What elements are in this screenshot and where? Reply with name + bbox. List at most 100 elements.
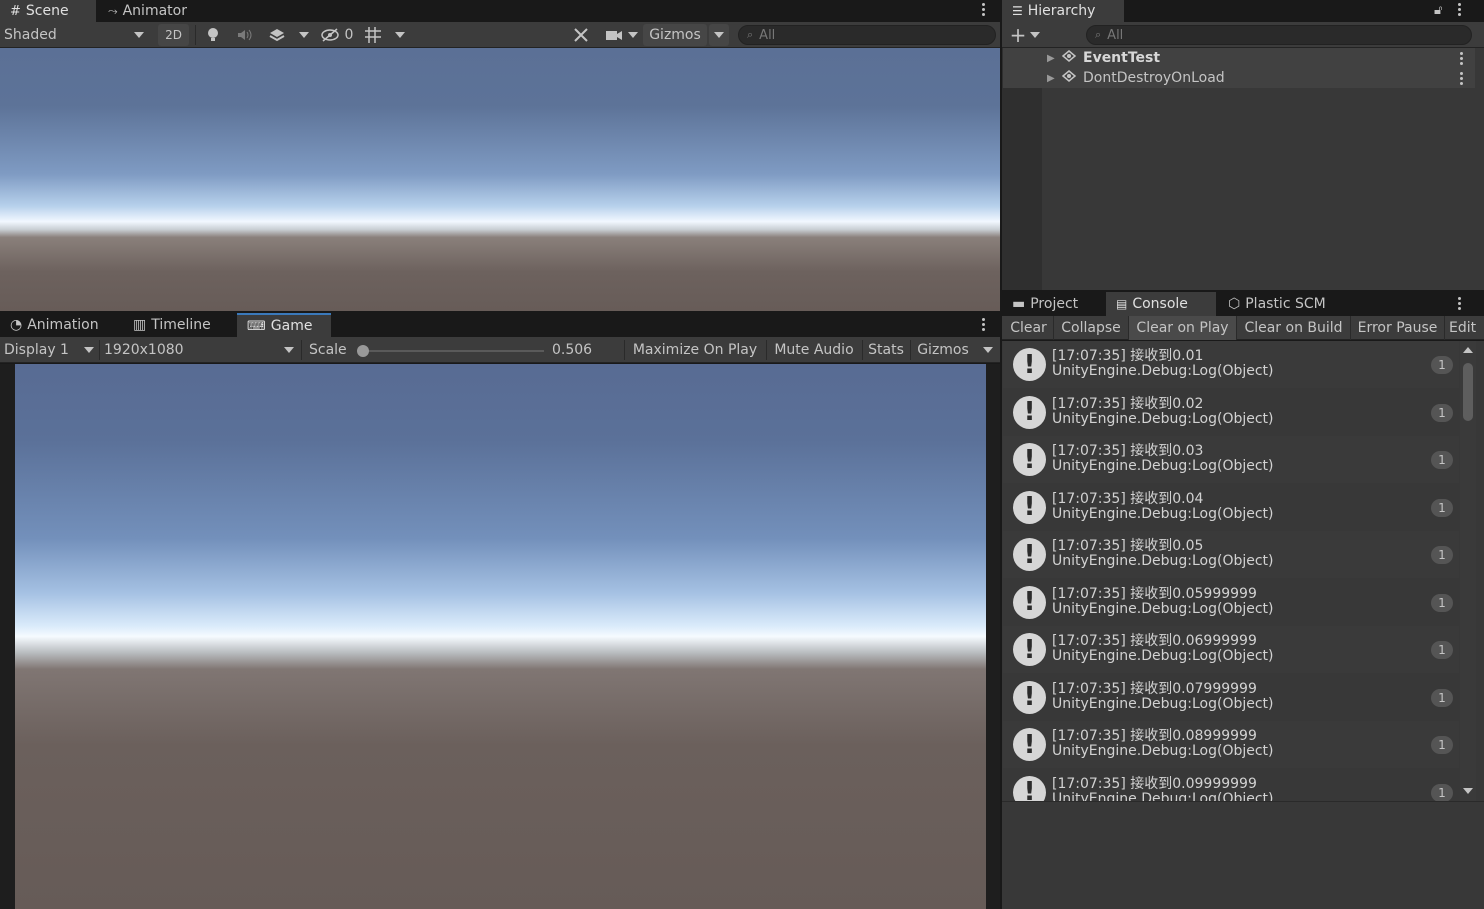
display-label: Display 1: [4, 342, 69, 358]
lighting-toggle-icon[interactable]: [202, 24, 224, 46]
shading-mode-label: Shaded: [4, 27, 57, 43]
tab-game[interactable]: ⌨ Game: [237, 313, 331, 337]
console-entry-count: 1: [1431, 593, 1453, 612]
shading-mode-dropdown[interactable]: Shaded: [4, 24, 150, 46]
game-gizmos-dropdown[interactable]: [978, 339, 998, 361]
console-entry-trace: UnityEngine.Debug:Log(Object): [1052, 600, 1274, 617]
scale-slider-track[interactable]: [362, 350, 544, 352]
tab-project-label: Project: [1030, 296, 1079, 312]
console-entry-trace: UnityEngine.Debug:Log(Object): [1052, 790, 1274, 802]
clear-on-play-label: Clear on Play: [1136, 320, 1229, 336]
display-dropdown[interactable]: Display 1: [4, 339, 96, 361]
tools-icon[interactable]: [570, 24, 592, 46]
chevron-down-icon: [628, 32, 638, 38]
grid-dropdown[interactable]: [390, 24, 410, 46]
console-entry-count: 1: [1431, 641, 1453, 659]
error-pause-label: Error Pause: [1357, 320, 1438, 336]
tab-animator[interactable]: ⤳ Animator: [98, 0, 197, 22]
hidden-objects-toggle[interactable]: 0: [318, 24, 356, 46]
clear-on-build-toggle[interactable]: Clear on Build: [1237, 316, 1351, 340]
collapse-toggle[interactable]: Collapse: [1054, 316, 1129, 340]
console-entry[interactable]: ! [17:07:35] 接收到0.01 UnityEngine.Debug:Log…: [1003, 341, 1459, 388]
divider: [910, 340, 911, 360]
console-entry[interactable]: ! [17:07:35] 接收到0.06999999 UnityEngine.Deb…: [1003, 626, 1459, 673]
item-menu-icon[interactable]: [1460, 52, 1463, 65]
console-entry[interactable]: ! [17:07:35] 接收到0.08999999 UnityEngine.Deb…: [1003, 721, 1459, 768]
toggle-2d-button[interactable]: 2D: [158, 24, 189, 46]
tab-animation[interactable]: ◔ Animation: [0, 313, 109, 337]
log-warning-icon: !: [1013, 728, 1046, 761]
camera-dropdown[interactable]: [626, 24, 640, 46]
tab-project[interactable]: ▬ Project: [1002, 292, 1106, 316]
maximize-on-play-button[interactable]: Maximize On Play: [626, 339, 764, 361]
stats-button[interactable]: Stats: [864, 339, 908, 361]
gizmos-label: Gizmos: [649, 27, 701, 43]
game-menu-icon[interactable]: [982, 318, 985, 331]
clear-on-play-toggle[interactable]: Clear on Play: [1129, 316, 1237, 340]
resolution-dropdown[interactable]: 1920x1080: [104, 339, 296, 361]
scene-menu-icon[interactable]: [982, 3, 985, 16]
scale-slider-handle[interactable]: [357, 345, 369, 357]
collapse-label: Collapse: [1061, 320, 1121, 336]
lock-icon[interactable]: 🔓︎: [1434, 3, 1442, 18]
hierarchy-search-input[interactable]: ⌕ All: [1086, 25, 1472, 45]
scrollbar-thumb[interactable]: [1463, 363, 1473, 421]
scroll-down-icon[interactable]: [1463, 788, 1473, 794]
console-entry-trace: UnityEngine.Debug:Log(Object): [1052, 553, 1274, 569]
tab-scene[interactable]: # Scene: [0, 0, 96, 22]
editor-dropdown[interactable]: Edit: [1445, 316, 1479, 340]
grid-toggle-icon[interactable]: [362, 24, 384, 46]
create-button[interactable]: +: [1008, 24, 1042, 46]
log-warning-icon: !: [1013, 775, 1046, 801]
audio-toggle-icon[interactable]: [234, 24, 256, 46]
hierarchy-menu-icon[interactable]: [1458, 3, 1461, 16]
game-tab-bar: ◔ Animation ▥ Timeline ⌨ Game: [0, 313, 1000, 337]
log-warning-icon: !: [1013, 633, 1046, 666]
mute-audio-button[interactable]: Mute Audio: [768, 339, 860, 361]
tab-animator-label: Animator: [122, 3, 187, 19]
game-viewport[interactable]: [15, 364, 986, 909]
console-entry[interactable]: ! [17:07:35] 接收到0.07999999 UnityEngine.Deb…: [1003, 673, 1459, 721]
game-gizmos-label: Gizmos: [917, 342, 969, 358]
console-entry[interactable]: ! [17:07:35] 接收到0.05 UnityEngine.Debug:Log…: [1003, 531, 1459, 578]
hierarchy-item-dontdestroyonload[interactable]: ▶ DontDestroyOnLoad: [1003, 68, 1475, 88]
hierarchy-item-eventtest[interactable]: ▶ EventTest: [1003, 48, 1475, 68]
scene-viewport[interactable]: [0, 48, 1000, 311]
console-entry[interactable]: ! [17:07:35] 接收到0.05999999 UnityEngine.Deb…: [1003, 578, 1459, 626]
tab-hierarchy[interactable]: ☰ Hierarchy: [1002, 0, 1124, 22]
game-gizmos-button[interactable]: Gizmos: [912, 339, 974, 361]
console-entry-count: 1: [1431, 783, 1453, 801]
console-entry-trace: UnityEngine.Debug:Log(Object): [1052, 648, 1274, 664]
console-entry[interactable]: ! [17:07:35] 接收到0.09999999 UnityEngine.Deb…: [1003, 768, 1459, 802]
effects-dropdown[interactable]: [294, 24, 314, 46]
scroll-up-icon[interactable]: [1463, 347, 1473, 353]
expand-arrow-icon[interactable]: ▶: [1047, 73, 1055, 84]
hidden-count: 0: [344, 27, 354, 43]
tab-console[interactable]: ▤ Console: [1106, 292, 1216, 316]
console-divider[interactable]: [1002, 801, 1484, 802]
log-warning-icon: !: [1013, 538, 1046, 571]
chevron-down-icon: [983, 347, 993, 353]
console-entry[interactable]: ! [17:07:35] 接收到0.02 UnityEngine.Debug:Log…: [1003, 388, 1459, 436]
console-entry-count: 1: [1431, 451, 1453, 469]
camera-icon[interactable]: [602, 24, 626, 46]
maximize-on-play-label: Maximize On Play: [632, 342, 758, 358]
clear-button[interactable]: Clear: [1004, 316, 1054, 340]
gizmos-button[interactable]: Gizmos: [643, 24, 707, 46]
console-entry[interactable]: ! [17:07:35] 接收到0.03 UnityEngine.Debug:Log…: [1003, 436, 1459, 483]
effects-toggle-icon[interactable]: [266, 24, 288, 46]
console-entry[interactable]: ! [17:07:35] 接收到0.04 UnityEngine.Debug:Log…: [1003, 483, 1459, 531]
unity-scene-icon: [1061, 49, 1077, 67]
error-pause-toggle[interactable]: Error Pause: [1351, 316, 1445, 340]
scene-search-input[interactable]: ⌕ All: [738, 25, 996, 45]
gizmos-dropdown[interactable]: [709, 24, 729, 46]
tab-plastic-scm[interactable]: ⬡ Plastic SCM: [1218, 292, 1336, 316]
item-menu-icon[interactable]: [1460, 72, 1463, 85]
log-warning-icon: !: [1013, 585, 1046, 619]
expand-arrow-icon[interactable]: ▶: [1047, 53, 1055, 64]
console-menu-icon[interactable]: [1458, 297, 1461, 310]
tab-timeline[interactable]: ▥ Timeline: [123, 313, 221, 337]
log-warning-icon: !: [1013, 395, 1046, 429]
console-scrollbar[interactable]: [1460, 341, 1476, 801]
scale-label: Scale: [309, 339, 347, 361]
